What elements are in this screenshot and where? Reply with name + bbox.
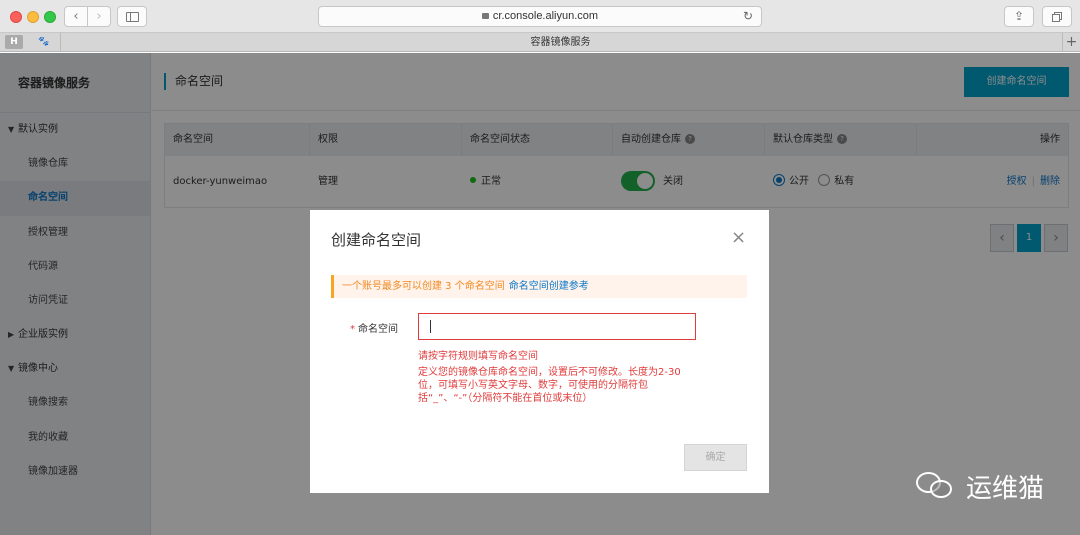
- validation-error: 请按字符规则填写命名空间: [418, 351, 538, 362]
- close-window-button[interactable]: [10, 11, 22, 23]
- text-cursor: [430, 320, 431, 333]
- create-namespace-dialog: 创建命名空间 × 一个账号最多可以创建 3 个命名空间 命名空间创建参考 * 命名空…: [310, 210, 769, 493]
- confirm-button[interactable]: 确定: [684, 444, 747, 471]
- notice-reference-link[interactable]: 命名空间创建参考: [509, 281, 589, 292]
- bookmark-h-icon[interactable]: H: [5, 35, 23, 49]
- address-bar[interactable]: cr.console.aliyun.com ↻: [318, 6, 762, 27]
- minimize-window-button[interactable]: [27, 11, 39, 23]
- dialog-title: 创建命名空间: [331, 231, 422, 249]
- watermark-text: 运维猫: [966, 473, 1045, 504]
- share-button[interactable]: ⇪: [1004, 6, 1034, 27]
- limit-notice: 一个账号最多可以创建 3 个命名空间 命名空间创建参考: [331, 275, 747, 298]
- show-tabs-button[interactable]: [1042, 6, 1072, 27]
- url-text: cr.console.aliyun.com: [492, 10, 599, 22]
- watermark: 运维猫: [916, 466, 1044, 506]
- sidebar-icon: [126, 12, 139, 22]
- forward-button[interactable]: ›: [87, 6, 111, 27]
- namespace-field-label: * 命名空间: [350, 320, 398, 335]
- paw-icon[interactable]: 🐾: [35, 35, 53, 49]
- back-button[interactable]: ‹: [64, 6, 88, 27]
- wechat-icon: [916, 470, 956, 502]
- new-tab-button[interactable]: +: [1062, 33, 1080, 52]
- close-icon[interactable]: ×: [731, 227, 746, 248]
- field-label-text: 命名空间: [358, 324, 398, 335]
- lock-icon: [481, 13, 489, 19]
- zoom-window-button[interactable]: [44, 11, 56, 23]
- namespace-input[interactable]: [418, 313, 696, 340]
- reload-icon[interactable]: ↻: [743, 7, 753, 26]
- chevron-left-icon: ‹: [73, 9, 79, 24]
- tab-active[interactable]: 容器镜像服务: [60, 33, 1060, 52]
- share-icon: ⇪: [1013, 9, 1025, 23]
- required-mark: *: [350, 324, 355, 335]
- tabs-icon-back: [1052, 14, 1060, 22]
- browser-titlebar: ‹ › cr.console.aliyun.com ↻ ⇪: [0, 0, 1080, 33]
- wechat-bubble-2: [930, 480, 952, 498]
- chevron-right-icon: ›: [96, 9, 102, 24]
- sidebar-toggle-button[interactable]: [117, 6, 147, 27]
- notice-text: 一个账号最多可以创建 3 个命名空间: [342, 281, 505, 292]
- field-hint: 定义您的镜像仓库命名空间，设置后不可修改。长度为2-30位，可填写小写英文字母、…: [418, 367, 681, 404]
- tab-bar: H 🐾 容器镜像服务 +: [0, 33, 1080, 52]
